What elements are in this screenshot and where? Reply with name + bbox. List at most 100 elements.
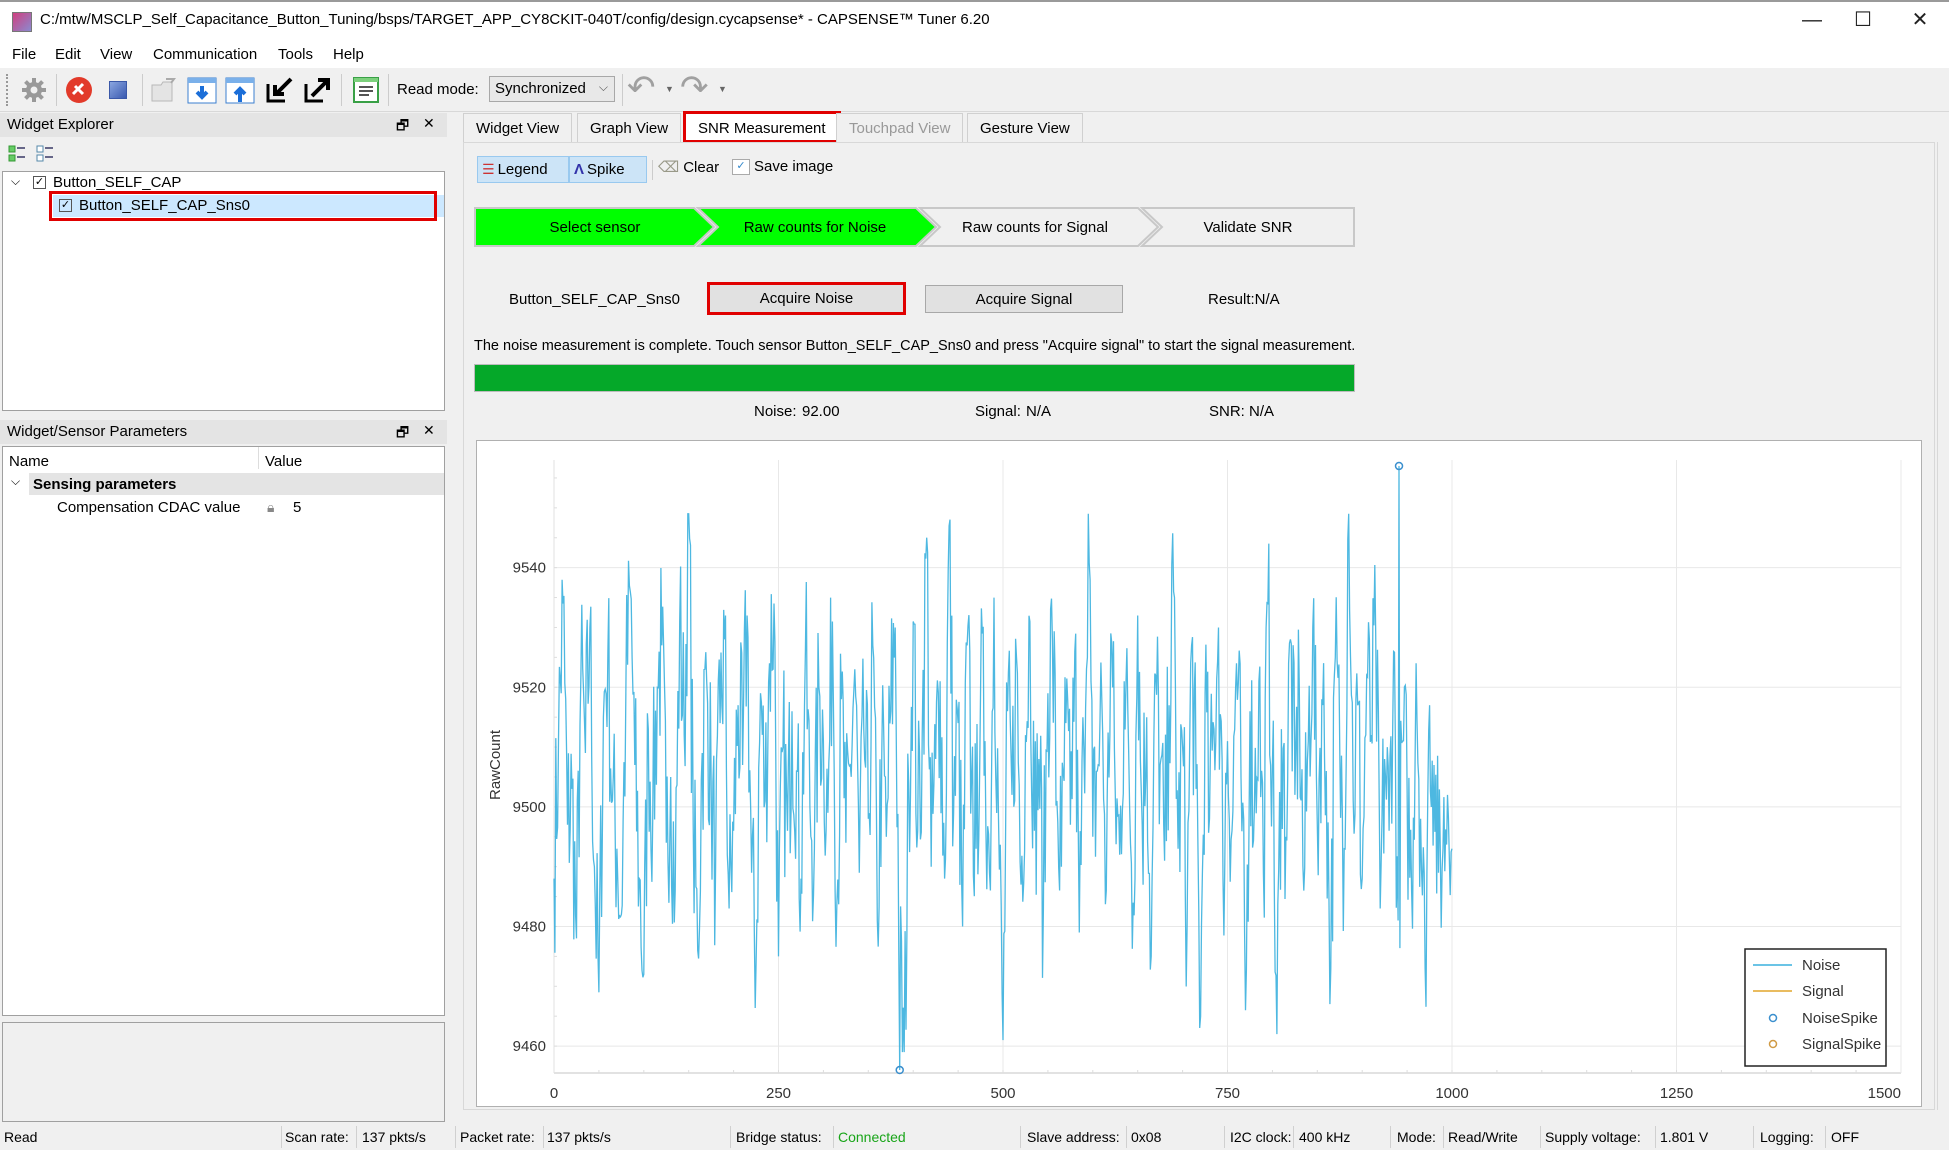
params-panel: Widget/Sensor Parameters 🗗 ✕ Name Value … (0, 420, 447, 1020)
x-tick-label: 1000 (1435, 1085, 1468, 1102)
legend-signalspike-label: SignalSpike (1802, 1036, 1881, 1053)
tab-touchpad-view[interactable]: Touchpad View (836, 113, 964, 143)
supply-voltage-value: 1.801 V (1660, 1129, 1709, 1145)
check-all-icon[interactable] (8, 145, 26, 163)
sensor-checkbox[interactable]: ✓ (59, 199, 72, 212)
import-icon[interactable] (264, 74, 296, 106)
acquire-signal-button[interactable]: Acquire Signal (925, 285, 1123, 313)
status-separator (1753, 1126, 1754, 1148)
close-icon[interactable]: ✕ (423, 422, 435, 439)
i2c-clock-value: 400 kHz (1299, 1129, 1351, 1145)
y-tick-label: 9460 (513, 1038, 546, 1055)
param-value[interactable]: 5 (293, 499, 301, 516)
minimize-button[interactable]: — (1792, 8, 1832, 32)
y-tick-label: 9500 (513, 799, 546, 816)
group-sensing-parameters[interactable]: Sensing parameters (33, 476, 176, 493)
menu-view[interactable]: View (100, 46, 132, 63)
toolbar-grip[interactable] (6, 74, 9, 106)
tree-item-sensor[interactable]: Button_SELF_CAP_Sns0 (79, 197, 250, 214)
menu-help[interactable]: Help (333, 46, 364, 63)
undo-icon[interactable]: ↶ (627, 71, 656, 105)
undo-dropdown-icon[interactable]: ▼ (665, 84, 674, 94)
toolbar-separator (652, 160, 653, 180)
logging-label: Logging: (1760, 1129, 1814, 1145)
export-icon[interactable] (302, 74, 334, 106)
log-icon[interactable] (350, 74, 382, 106)
tree-item-widget[interactable]: Button_SELF_CAP (53, 174, 181, 191)
result-label: Result:N/A (1208, 291, 1280, 308)
read-from-device-icon[interactable] (186, 74, 218, 106)
maximize-button[interactable]: ☐ (1843, 8, 1883, 32)
gear-icon[interactable] (18, 74, 50, 106)
right-scroll-area[interactable] (1937, 142, 1949, 1110)
open-folder-icon[interactable] (148, 74, 180, 106)
disconnect-icon[interactable] (63, 74, 95, 106)
spike-toggle[interactable]: Λ Spike (569, 156, 647, 183)
y-tick-label: 9480 (513, 918, 546, 935)
legend-icon: ☰ (482, 161, 495, 177)
widget-tree: ⌵ ✓ Button_SELF_CAP ✓ Button_SELF_CAP_Sn… (2, 171, 445, 411)
redo-icon[interactable]: ↷ (680, 71, 709, 105)
float-icon[interactable]: 🗗 (396, 422, 409, 446)
uncheck-all-icon[interactable] (36, 145, 54, 163)
column-header-value[interactable]: Value (265, 453, 302, 470)
close-button[interactable]: ✕ (1900, 8, 1940, 32)
mode-label: Mode: (1397, 1129, 1436, 1145)
i2c-clock-label: I2C clock: (1230, 1129, 1292, 1145)
acquire-noise-button[interactable]: Acquire Noise (707, 282, 906, 315)
tab-gesture-view[interactable]: Gesture View (967, 113, 1083, 143)
chevron-down-icon: ⌵ (598, 80, 608, 94)
close-icon[interactable]: ✕ (423, 115, 435, 132)
widget-checkbox[interactable]: ✓ (33, 176, 46, 189)
toolbar-separator (56, 74, 57, 106)
status-state: Read (4, 1129, 38, 1145)
column-divider[interactable] (258, 447, 259, 469)
status-separator (1293, 1126, 1294, 1148)
status-separator (356, 1126, 357, 1148)
menu-tools[interactable]: Tools (278, 46, 313, 63)
column-header-name[interactable]: Name (9, 453, 49, 470)
toolbar-separator (341, 74, 342, 106)
menu-edit[interactable]: Edit (55, 46, 81, 63)
menu-file[interactable]: File (12, 46, 36, 63)
snr-label: SNR: (1209, 403, 1245, 420)
progress-bar (474, 364, 1355, 392)
read-mode-select[interactable]: Synchronized ⌵ (489, 76, 615, 102)
step-raw-counts-noise: Raw counts for Noise (743, 218, 887, 236)
menu-communication[interactable]: Communication (153, 46, 257, 63)
status-separator (1540, 1126, 1541, 1148)
redo-dropdown-icon[interactable]: ▼ (718, 84, 727, 94)
y-axis-label: RawCount (487, 729, 504, 800)
float-icon[interactable]: 🗗 (396, 115, 409, 139)
status-separator (730, 1126, 731, 1148)
clear-button[interactable]: ⌫ Clear (658, 158, 719, 177)
widget-explorer-title: Widget Explorer (7, 116, 114, 133)
noise-chart[interactable]: 0 250 500 750 1000 1250 1500 9460 9480 9500 9520 9… (476, 440, 1922, 1107)
snr-value: N/A (1249, 403, 1275, 420)
spike-icon: Λ (574, 161, 585, 178)
legend-toggle[interactable]: ☰ Legend (477, 156, 569, 183)
legend-signal-label: Signal (1802, 983, 1844, 1000)
packet-rate-label: Packet rate: (460, 1129, 535, 1145)
status-separator (1443, 1126, 1444, 1148)
params-header: Widget/Sensor Parameters 🗗 ✕ (0, 420, 447, 444)
save-image-button[interactable]: ✓ Save image (732, 158, 833, 175)
status-separator (833, 1126, 834, 1148)
step-raw-counts-signal: Raw counts for Signal (962, 218, 1108, 236)
tab-widget-view[interactable]: Widget View (463, 113, 573, 143)
step-validate-snr: Validate SNR (1203, 218, 1293, 236)
x-tick-label: 750 (1215, 1085, 1240, 1102)
chevron-down-icon[interactable]: ⌵ (11, 474, 20, 489)
write-to-device-icon[interactable] (224, 74, 256, 106)
status-separator (1224, 1126, 1225, 1148)
step-select-sensor: Select sensor (549, 218, 641, 236)
tab-snr-measurement[interactable]: SNR Measurement (683, 111, 841, 143)
stop-icon[interactable] (102, 74, 134, 106)
chevron-down-icon[interactable]: ⌵ (11, 174, 20, 189)
toolbar-separator (622, 74, 623, 106)
x-tick-label: 250 (766, 1085, 791, 1102)
read-mode-value: Synchronized (495, 80, 586, 97)
tab-graph-view[interactable]: Graph View (577, 113, 682, 143)
noise-value: 92.00 (802, 403, 840, 420)
signal-label: Signal: (975, 403, 1021, 420)
